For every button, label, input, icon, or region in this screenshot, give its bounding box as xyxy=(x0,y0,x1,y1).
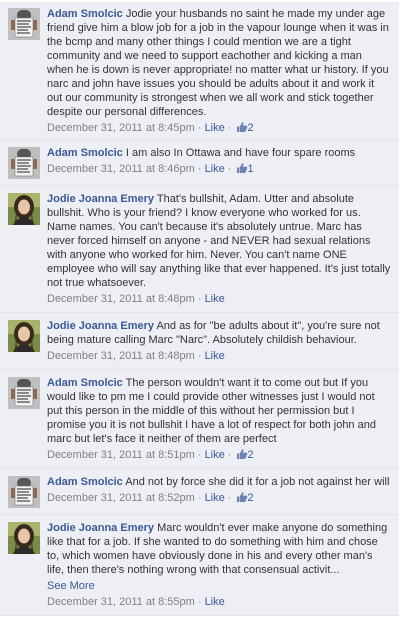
comment-feed: Adam Smolcic Jodie your husbands no sain… xyxy=(0,0,403,616)
comment-body: Adam Smolcic And not by force she did it… xyxy=(47,475,391,505)
comment-timestamp[interactable]: December 31, 2011 at 8:52pm xyxy=(47,492,195,504)
thumbs-up-icon[interactable] xyxy=(236,491,248,503)
comment-author[interactable]: Adam Smolcic xyxy=(47,147,123,159)
avatar[interactable] xyxy=(8,377,40,409)
like-count[interactable]: 1 xyxy=(248,163,254,175)
like-link[interactable]: Like xyxy=(205,596,225,608)
comment-body: Adam Smolcic Jodie your husbands no sain… xyxy=(47,7,391,135)
thumbs-up-icon[interactable] xyxy=(236,448,248,460)
avatar[interactable] xyxy=(8,147,40,179)
avatar[interactable] xyxy=(8,522,40,554)
comment-text: And not by force she did it for a job no… xyxy=(125,476,390,488)
avatar[interactable] xyxy=(8,193,40,225)
like-link[interactable]: Like xyxy=(205,163,225,175)
comment-body: Adam Smolcic I am also In Ottawa and hav… xyxy=(47,146,391,176)
comment-item: Adam Smolcic The person wouldn't want it… xyxy=(0,370,399,469)
like-link[interactable]: Like xyxy=(205,122,225,134)
comment-body: Adam Smolcic The person wouldn't want it… xyxy=(47,376,391,462)
comment-item: Jodie Joanna Emery That's bullshit, Adam… xyxy=(0,186,399,313)
comment-timestamp[interactable]: December 31, 2011 at 8:51pm xyxy=(47,449,195,461)
comment-meta: December 31, 2011 at 8:46pm · Like · 1 xyxy=(47,162,254,175)
comment-body: Jodie Joanna Emery And as for "be adults… xyxy=(47,319,391,363)
comment-timestamp[interactable]: December 31, 2011 at 8:55pm xyxy=(47,596,195,608)
comment-meta: December 31, 2011 at 8:52pm · Like · 2 xyxy=(47,491,254,504)
comment-item: Adam Smolcic And not by force she did it… xyxy=(0,469,399,515)
comment-text: That's bullshit, Adam. Utter and absolut… xyxy=(47,193,391,289)
comment-body: Jodie Joanna Emery Marc wouldn't ever ma… xyxy=(47,521,391,609)
like-link[interactable]: Like xyxy=(205,350,225,362)
comment-meta: December 31, 2011 at 8:51pm · Like · 2 xyxy=(47,448,254,461)
comment-author[interactable]: Adam Smolcic xyxy=(47,377,123,389)
comment-author[interactable]: Jodie Joanna Emery xyxy=(47,320,154,332)
comment-meta: December 31, 2011 at 8:48pm · Like xyxy=(47,350,225,362)
comment-meta: December 31, 2011 at 8:55pm · Like xyxy=(47,596,225,608)
avatar[interactable] xyxy=(8,320,40,352)
comment-item: Jodie Joanna Emery And as for "be adults… xyxy=(0,313,399,370)
comment-meta: December 31, 2011 at 8:45pm · Like · 2 xyxy=(47,121,254,134)
comment-timestamp[interactable]: December 31, 2011 at 8:48pm xyxy=(47,350,195,362)
comment-text: Jodie your husbands no saint he made my … xyxy=(47,8,389,118)
comment-author[interactable]: Jodie Joanna Emery xyxy=(47,193,154,205)
like-link[interactable]: Like xyxy=(205,293,225,305)
comment-author[interactable]: Adam Smolcic xyxy=(47,476,123,488)
see-more-link[interactable]: See More xyxy=(47,579,391,593)
comment-meta: December 31, 2011 at 8:48pm · Like xyxy=(47,293,225,305)
comment-timestamp[interactable]: December 31, 2011 at 8:46pm xyxy=(47,163,195,175)
like-count[interactable]: 2 xyxy=(248,122,254,134)
comment-body: Jodie Joanna Emery That's bullshit, Adam… xyxy=(47,192,391,306)
comment-timestamp[interactable]: December 31, 2011 at 8:48pm xyxy=(47,293,195,305)
like-count[interactable]: 2 xyxy=(248,492,254,504)
comment-author[interactable]: Adam Smolcic xyxy=(47,8,123,20)
comment-text: I am also In Ottawa and have four spare … xyxy=(125,147,356,159)
comment-item: Adam Smolcic I am also In Ottawa and hav… xyxy=(0,140,399,186)
like-count[interactable]: 2 xyxy=(248,449,254,461)
avatar[interactable] xyxy=(8,8,40,40)
thumbs-up-icon[interactable] xyxy=(236,121,248,133)
like-link[interactable]: Like xyxy=(205,492,225,504)
comment-timestamp[interactable]: December 31, 2011 at 8:45pm xyxy=(47,122,195,134)
avatar[interactable] xyxy=(8,476,40,508)
comment-item: Jodie Joanna Emery Marc wouldn't ever ma… xyxy=(0,515,399,616)
thumbs-up-icon[interactable] xyxy=(236,162,248,174)
like-link[interactable]: Like xyxy=(205,449,225,461)
comment-author[interactable]: Jodie Joanna Emery xyxy=(47,522,154,534)
comment-item: Adam Smolcic Jodie your husbands no sain… xyxy=(0,2,399,140)
